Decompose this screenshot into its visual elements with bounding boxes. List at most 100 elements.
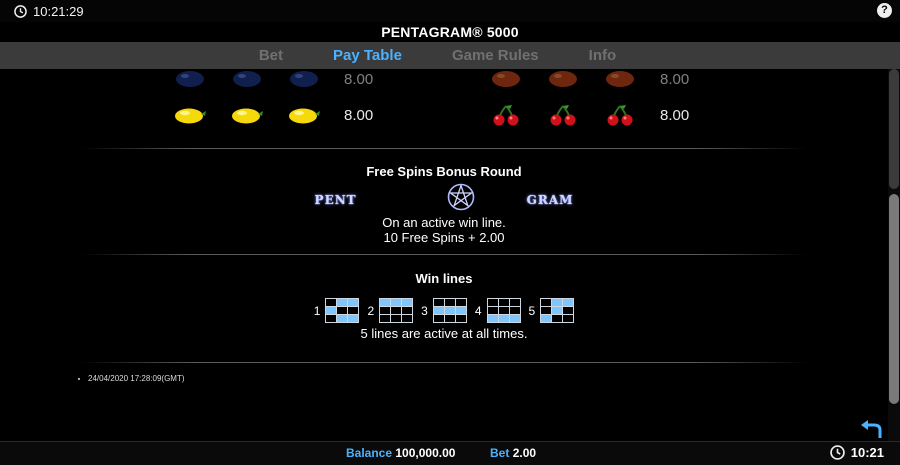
win-line-cell xyxy=(402,307,413,314)
orange-icon xyxy=(603,69,637,90)
gram-word: GRAM xyxy=(526,192,574,207)
win-line-cell-active xyxy=(326,307,337,314)
win-line-number: 1 xyxy=(313,303,321,318)
orange-payout: 8.00 xyxy=(660,70,690,88)
clock-icon xyxy=(14,5,27,18)
win-line-grid xyxy=(540,298,575,323)
session-clock: 10:21:29 xyxy=(14,4,84,19)
cherry-icon xyxy=(489,104,523,126)
tab-pay-table[interactable]: Pay Table xyxy=(333,47,402,64)
win-line-cell-active xyxy=(348,299,359,306)
win-line-cell-active xyxy=(433,307,444,314)
win-line-number: 5 xyxy=(528,303,536,318)
win-line-cell xyxy=(348,307,359,314)
pent-word: PENT xyxy=(314,192,357,207)
win-line-cell-active xyxy=(444,307,455,314)
scrollbar[interactable] xyxy=(888,69,900,441)
plum-icon xyxy=(230,69,264,90)
win-lines-note: 5 lines are active at all times. xyxy=(360,326,528,341)
tab-bet[interactable]: Bet xyxy=(259,47,283,64)
win-line-cell-active xyxy=(348,315,359,322)
section-divider xyxy=(80,254,808,255)
win-line-1: 1 xyxy=(314,298,360,323)
tab-info[interactable]: Info xyxy=(589,47,617,64)
win-line-cell xyxy=(498,299,509,306)
win-line-grid xyxy=(379,298,414,323)
section-divider xyxy=(80,148,808,149)
win-line-cell xyxy=(433,299,444,306)
plum-payout: 8.00 xyxy=(344,70,374,88)
win-line-cell-active xyxy=(337,315,348,322)
balance-display: Balance 100,000.00 xyxy=(346,446,455,460)
bet-label: Bet xyxy=(490,446,510,460)
balance-value: 100,000.00 xyxy=(395,446,456,460)
orange-icon xyxy=(489,69,523,90)
win-line-number: 2 xyxy=(367,303,375,318)
win-line-cell xyxy=(509,299,520,306)
game-title: PENTAGRAM® 5000 xyxy=(381,24,519,40)
win-line-cell-active xyxy=(380,299,391,306)
win-line-cell xyxy=(541,307,552,314)
win-line-4: 4 xyxy=(475,298,521,323)
win-line-cell xyxy=(498,307,509,314)
footer-clock: 10:21 xyxy=(829,445,884,460)
win-line-cell xyxy=(380,315,391,322)
scrollbar-thumb[interactable] xyxy=(889,194,899,404)
win-line-cell xyxy=(326,299,337,306)
win-line-cell-active xyxy=(541,315,552,322)
section-divider xyxy=(80,362,808,363)
timestamp: 24/04/2020 17:28:09(GMT) xyxy=(78,374,185,383)
bet-display: Bet 2.00 xyxy=(490,446,536,460)
win-line-cell-active xyxy=(487,315,498,322)
win-line-3: 3 xyxy=(421,298,467,323)
win-line-cell-active xyxy=(391,299,402,306)
win-line-cell xyxy=(552,315,563,322)
win-line-cell xyxy=(455,299,466,306)
free-spins-line-2: 10 Free Spins + 2.00 xyxy=(383,230,505,245)
bet-value: 2.00 xyxy=(512,446,537,460)
balance-label: Balance xyxy=(346,446,393,460)
win-line-cell-active xyxy=(455,307,466,314)
win-lines-heading: Win lines xyxy=(415,271,473,286)
footer-bar: Balance 100,000.00 Bet 2.00 10:21 xyxy=(0,441,900,465)
paytable-row-plum: 8.00 xyxy=(173,69,373,90)
win-line-cell-active xyxy=(552,307,563,314)
win-line-grid xyxy=(325,298,360,323)
win-line-cell-active xyxy=(402,299,413,306)
status-bar: 10:21:29 ? xyxy=(0,0,900,22)
pentagram-icon xyxy=(443,183,479,216)
win-line-cell xyxy=(487,307,498,314)
plum-icon xyxy=(287,69,321,90)
win-line-cell xyxy=(402,315,413,322)
win-line-number: 3 xyxy=(421,303,428,318)
win-line-cell xyxy=(444,315,455,322)
clock-icon xyxy=(829,445,845,460)
tab-game-rules[interactable]: Game Rules xyxy=(452,47,539,64)
win-line-cell-active xyxy=(509,315,520,322)
timestamp-text: 24/04/2020 17:28:09(GMT) xyxy=(88,374,185,383)
win-line-cell xyxy=(337,307,348,314)
win-line-cell xyxy=(541,299,552,306)
lemon-icon xyxy=(287,104,321,126)
session-time: 10:21:29 xyxy=(33,4,84,19)
tab-bar: Bet Pay Table Game Rules Info xyxy=(0,42,900,69)
pay-table-content[interactable]: 8.00 8.00 8.00 8.00 Free Spins Bonus Rou… xyxy=(0,69,888,441)
free-spins-heading: Free Spins Bonus Round xyxy=(366,164,522,179)
scrollbar-track-upper[interactable] xyxy=(889,69,899,189)
help-icon[interactable]: ? xyxy=(877,3,892,18)
cherry-icon xyxy=(546,104,580,126)
lemon-icon xyxy=(230,104,264,126)
game-title-bar: PENTAGRAM® 5000 xyxy=(0,22,900,42)
footer-time: 10:21 xyxy=(850,445,884,460)
win-line-5: 5 xyxy=(529,298,575,323)
win-line-cell xyxy=(391,307,402,314)
win-line-cell-active xyxy=(498,315,509,322)
win-line-cell xyxy=(433,315,444,322)
free-spins-line-1: On an active win line. xyxy=(382,215,506,230)
win-line-cell xyxy=(563,315,574,322)
win-line-cell xyxy=(391,315,402,322)
win-line-cell xyxy=(563,307,574,314)
paytable-row-cherry: 8.00 xyxy=(489,104,689,126)
paytable-row-lemon: 8.00 xyxy=(173,104,373,126)
win-line-cell xyxy=(487,299,498,306)
